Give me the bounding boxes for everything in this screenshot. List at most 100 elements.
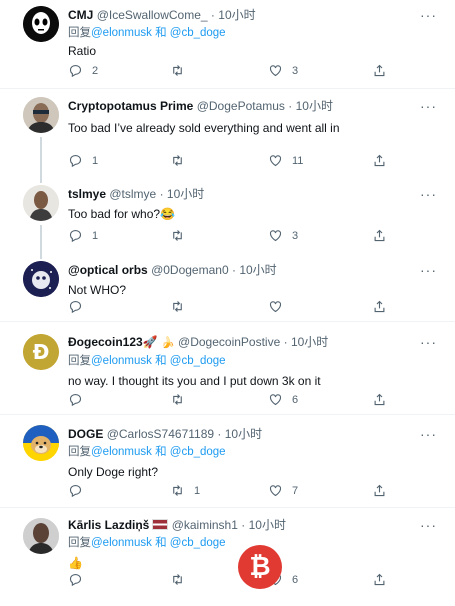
avatar[interactable] bbox=[23, 261, 59, 297]
reply-mentions[interactable]: @elonmusk 和 @cb_doge bbox=[91, 27, 226, 39]
tweet-0[interactable]: CMJ @IceSwallowCome_ · 10小时 ··· 回复@elonm… bbox=[0, 0, 455, 88]
share-button[interactable] bbox=[372, 228, 387, 243]
reply-button[interactable] bbox=[68, 483, 92, 498]
more-options-button[interactable]: ··· bbox=[420, 517, 437, 533]
reply-icon bbox=[69, 64, 82, 78]
reply-mentions[interactable]: @elonmusk 和 @cb_doge bbox=[91, 446, 226, 458]
like-count: 3 bbox=[292, 229, 299, 242]
retweet-button[interactable] bbox=[170, 572, 194, 587]
heart-icon bbox=[269, 65, 282, 77]
banana-badge-icon: 🍌 bbox=[160, 337, 175, 349]
author-handle[interactable]: @DogecoinPostive bbox=[178, 335, 280, 349]
tweet-4[interactable]: Ð Ðogecoin123🚀 🍌 @DogecoinPostive · 10小时… bbox=[0, 322, 455, 414]
like-button[interactable]: 3 bbox=[268, 228, 298, 243]
retweet-button[interactable] bbox=[170, 63, 194, 78]
retweet-icon bbox=[173, 230, 182, 241]
bitcoin-watermark-icon: ₿ bbox=[238, 545, 282, 589]
tweet-actions: 6 bbox=[68, 572, 398, 590]
author-handle[interactable]: @kaiminsh1 bbox=[172, 518, 238, 532]
retweet-icon bbox=[173, 155, 182, 166]
like-count: 7 bbox=[292, 484, 299, 497]
reply-button[interactable]: 1 bbox=[68, 153, 98, 168]
author-handle[interactable]: @DogePotamus bbox=[197, 99, 285, 113]
thread-line bbox=[40, 225, 42, 253]
person-avatar-icon bbox=[23, 185, 59, 221]
author-name[interactable]: CMJ bbox=[68, 8, 93, 22]
retweet-button[interactable] bbox=[170, 228, 194, 243]
timestamp[interactable]: 10小时 bbox=[296, 99, 333, 113]
separator-dot: · bbox=[241, 518, 246, 532]
reply-mentions[interactable]: @elonmusk 和 @cb_doge bbox=[91, 355, 226, 367]
reply-icon bbox=[69, 229, 82, 243]
like-button[interactable]: 11 bbox=[268, 153, 303, 168]
timestamp[interactable]: 10小时 bbox=[249, 518, 286, 532]
tweet-text: Too bad I’ve already sold everything and… bbox=[68, 121, 340, 135]
reply-context: 回复@elonmusk 和 @cb_doge bbox=[68, 444, 447, 460]
timestamp[interactable]: 10小时 bbox=[291, 335, 328, 349]
share-button[interactable] bbox=[372, 392, 387, 407]
author-handle[interactable]: @tslmye bbox=[109, 187, 156, 201]
timestamp[interactable]: 10小时 bbox=[218, 8, 255, 22]
timestamp[interactable]: 10小时 bbox=[239, 263, 276, 277]
reply-prefix: 回复 bbox=[68, 537, 91, 549]
tweet-text: no way. I thought its you and I put down… bbox=[68, 374, 321, 388]
reply-button[interactable] bbox=[68, 299, 92, 314]
author-name[interactable]: tslmye bbox=[68, 187, 106, 201]
share-button[interactable] bbox=[372, 153, 387, 168]
avatar[interactable] bbox=[23, 6, 59, 42]
author-handle[interactable]: @0Dogeman0 bbox=[151, 263, 229, 277]
retweet-button[interactable] bbox=[170, 153, 194, 168]
timestamp[interactable]: 10小时 bbox=[225, 427, 262, 441]
tweet-6[interactable]: Kārlis Lazdiņš @kaiminsh1 · 10小时 ··· 回复@… bbox=[0, 508, 455, 606]
retweet-button[interactable] bbox=[170, 392, 194, 407]
thread-line bbox=[40, 253, 42, 259]
reply-context: 回复@elonmusk 和 @cb_doge bbox=[68, 25, 447, 41]
share-button[interactable] bbox=[372, 63, 387, 78]
like-button[interactable]: 3 bbox=[268, 63, 298, 78]
avatar[interactable] bbox=[23, 185, 59, 221]
reply-button[interactable] bbox=[68, 572, 92, 587]
reply-mentions[interactable]: @elonmusk 和 @cb_doge bbox=[91, 537, 226, 549]
reply-icon bbox=[69, 573, 82, 587]
retweet-button[interactable] bbox=[170, 299, 194, 314]
more-options-button[interactable]: ··· bbox=[420, 334, 437, 350]
avatar[interactable] bbox=[23, 518, 59, 554]
avatar[interactable] bbox=[23, 425, 59, 461]
tweet-5[interactable]: DOGE @CarlosS74671189 · 10小时 ··· 回复@elon… bbox=[0, 415, 455, 507]
reply-button[interactable] bbox=[68, 392, 92, 407]
author-name[interactable]: Cryptopotamus Prime bbox=[68, 99, 193, 113]
timestamp[interactable]: 10小时 bbox=[167, 187, 204, 201]
more-options-button[interactable]: ··· bbox=[420, 262, 437, 278]
share-button[interactable] bbox=[372, 483, 387, 498]
author-name[interactable]: @optical orbs bbox=[68, 263, 148, 277]
like-count: 6 bbox=[292, 573, 299, 586]
reply-button[interactable]: 1 bbox=[68, 228, 98, 243]
tweet-text: Too bad for who?😂 bbox=[68, 207, 176, 221]
share-button[interactable] bbox=[372, 299, 387, 314]
author-name[interactable]: Ðogecoin123🚀 bbox=[68, 335, 158, 349]
reply-button[interactable]: 2 bbox=[68, 63, 98, 78]
reply-prefix: 回复 bbox=[68, 355, 91, 367]
tweet-1[interactable]: Cryptopotamus Prime @DogePotamus · 10小时 … bbox=[0, 89, 455, 177]
separator-dot: · bbox=[159, 187, 164, 201]
person-avatar-icon bbox=[23, 97, 59, 133]
author-name[interactable]: Kārlis Lazdiņš bbox=[68, 518, 149, 532]
avatar[interactable]: Ð bbox=[23, 334, 59, 370]
more-options-button[interactable]: ··· bbox=[420, 186, 437, 202]
like-button[interactable] bbox=[268, 299, 292, 314]
thread-line bbox=[40, 137, 42, 177]
author-handle[interactable]: @IceSwallowCome_ bbox=[97, 8, 208, 22]
avatar[interactable] bbox=[23, 97, 59, 133]
like-button[interactable]: 6 bbox=[268, 392, 298, 407]
like-button[interactable]: 7 bbox=[268, 483, 298, 498]
tweet-actions: 1 7 bbox=[68, 483, 398, 501]
author-name[interactable]: DOGE bbox=[68, 427, 103, 441]
share-button[interactable] bbox=[372, 572, 387, 587]
author-handle[interactable]: @CarlosS74671189 bbox=[107, 427, 214, 441]
more-options-button[interactable]: ··· bbox=[420, 98, 437, 114]
tweet-2[interactable]: tslmye @tslmye · 10小时 ··· Too bad for wh… bbox=[0, 177, 455, 253]
more-options-button[interactable]: ··· bbox=[420, 7, 437, 23]
retweet-button[interactable]: 1 bbox=[170, 483, 200, 498]
more-options-button[interactable]: ··· bbox=[420, 426, 437, 442]
tweet-3[interactable]: @optical orbs @0Dogeman0 · 10小时 ··· Not … bbox=[0, 253, 455, 321]
